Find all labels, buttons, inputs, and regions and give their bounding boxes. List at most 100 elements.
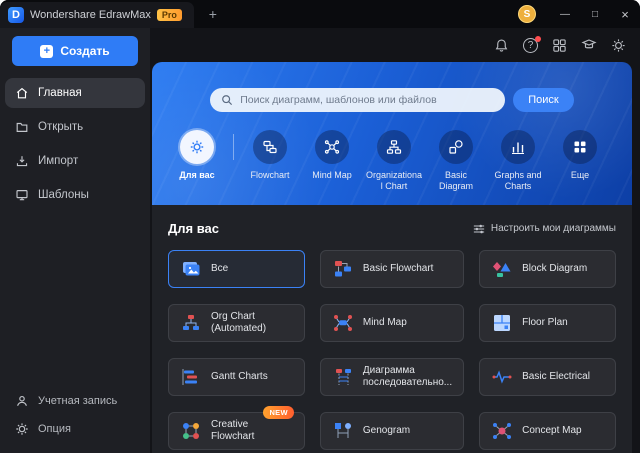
category-separator <box>233 134 234 160</box>
basic-electrical-icon <box>491 366 513 388</box>
notification-bell-icon[interactable] <box>494 38 509 53</box>
for-you-icon <box>180 130 214 164</box>
more-grid-icon <box>563 130 597 164</box>
category-label: Organizational Chart <box>365 170 423 191</box>
sidebar-item-label: Импорт <box>38 155 79 167</box>
plus-icon: + <box>40 44 54 58</box>
template-card-creative-flowchart[interactable]: NEW Creative Flowchart <box>168 406 305 450</box>
search-input[interactable] <box>240 94 495 106</box>
category-graphs-charts[interactable]: Graphs and Charts <box>487 130 549 191</box>
flowchart-icon <box>253 130 287 164</box>
template-card-basic-flowchart[interactable]: Basic Flowchart <box>319 250 465 288</box>
sidebar-item-open[interactable]: Открыть <box>5 112 145 142</box>
category-label: Для вас <box>179 170 215 180</box>
creative-flowchart-icon <box>180 420 202 442</box>
sidebar-item-label: Открыть <box>38 121 84 133</box>
help-icon[interactable]: ? <box>523 35 541 53</box>
template-card-concept-map[interactable]: Concept Map <box>479 412 616 450</box>
org-chart-auto-icon <box>180 312 202 334</box>
notification-dot <box>535 35 541 42</box>
category-for-you[interactable]: Для вас <box>166 130 228 181</box>
sidebar-item-import[interactable]: Импорт <box>5 146 145 176</box>
card-label: Genogram <box>362 425 411 436</box>
search-button[interactable]: Поиск <box>513 88 574 112</box>
template-card-gantt-charts[interactable]: Gantt Charts <box>168 358 305 396</box>
category-flowchart[interactable]: Flowchart <box>239 130 301 181</box>
card-label: Floor Plan <box>522 317 568 328</box>
promotion-icon[interactable] <box>581 37 597 53</box>
main-panel: Поиск Для вас <box>152 62 632 453</box>
card-label: Org Chart (Automated) <box>211 311 267 334</box>
sidebar-item-options[interactable]: Опция <box>5 416 145 442</box>
new-badge: NEW <box>263 406 294 419</box>
app-body: + Создать Главная Открыть Импорт Шаблоны… <box>0 28 640 453</box>
category-label: Flowchart <box>250 170 290 180</box>
template-card-block-diagram[interactable]: Block Diagram <box>479 250 616 288</box>
sidebar-item-label: Опция <box>38 423 71 435</box>
avatar-initial: S <box>523 8 531 20</box>
sidebar-item-templates[interactable]: Шаблоны <box>5 180 145 210</box>
create-button-label: Создать <box>60 44 110 58</box>
account-icon <box>15 394 29 408</box>
category-basic-diagram[interactable]: Basic Diagram <box>425 130 487 191</box>
template-grid: Все Basic Flowchart Block Diagram Org Ch… <box>168 250 616 450</box>
avatar[interactable]: S <box>518 5 536 23</box>
card-label: Basic Electrical <box>522 371 590 382</box>
maximize-button[interactable]: □ <box>580 0 610 28</box>
top-toolbar: ? <box>150 28 640 62</box>
sidebar-item-home[interactable]: Главная <box>5 78 145 108</box>
mind-map-card-icon <box>332 312 354 334</box>
concept-map-icon <box>491 420 513 442</box>
category-label: Mind Map <box>312 170 352 180</box>
category-label: Graphs and Charts <box>494 170 542 191</box>
floor-plan-icon <box>491 312 513 334</box>
template-card-all[interactable]: Все <box>168 250 305 288</box>
category-org-chart[interactable]: Organizational Chart <box>363 130 425 191</box>
category-mind-map[interactable]: Mind Map <box>301 130 363 181</box>
customize-label: Настроить мои диаграммы <box>490 223 616 234</box>
search-banner: Поиск Для вас <box>152 62 632 205</box>
create-button[interactable]: + Создать <box>12 36 138 66</box>
folder-open-icon <box>15 120 29 134</box>
all-templates-icon <box>180 258 202 280</box>
card-label: Все <box>211 263 229 274</box>
titlebar-right: S — □ × <box>518 0 640 28</box>
category-label: Basic Diagram <box>438 170 473 191</box>
app-title: Wondershare EdrawMax <box>30 9 151 21</box>
app-tab[interactable]: D Wondershare EdrawMax Pro <box>0 2 194 28</box>
new-tab-button[interactable]: + <box>202 6 224 22</box>
category-more[interactable]: Еще <box>549 130 611 181</box>
card-label: Gantt Charts <box>211 371 268 382</box>
basic-diagram-icon <box>439 130 473 164</box>
pro-badge: Pro <box>156 9 182 21</box>
category-label: Еще <box>570 170 590 180</box>
sequence-diagram-icon <box>332 366 354 388</box>
close-button[interactable]: × <box>610 0 640 28</box>
home-icon <box>15 86 29 100</box>
sidebar-item-account[interactable]: Учетная запись <box>5 388 145 414</box>
template-card-floor-plan[interactable]: Floor Plan <box>479 304 616 342</box>
mind-map-icon <box>315 130 349 164</box>
app-logo-icon: D <box>8 7 24 23</box>
section-title: Для вас <box>168 221 219 236</box>
section-header: Для вас Настроить мои диаграммы <box>168 205 616 236</box>
minimize-button[interactable]: — <box>550 0 580 28</box>
card-label: Диаграмма последовательно... <box>362 365 453 388</box>
card-label: Basic Flowchart <box>362 263 434 274</box>
sidebar-item-label: Шаблоны <box>38 189 89 201</box>
template-card-basic-electrical[interactable]: Basic Electrical <box>479 358 616 396</box>
template-card-genogram[interactable]: Genogram <box>319 412 465 450</box>
settings-gear-icon[interactable] <box>611 38 626 53</box>
search-bar[interactable] <box>210 88 506 112</box>
card-label: Block Diagram <box>522 263 588 274</box>
template-card-sequence-diagram[interactable]: Диаграмма последовательно... <box>319 358 465 396</box>
customize-templates-button[interactable]: Настроить мои диаграммы <box>473 223 616 235</box>
templates-section: Для вас Настроить мои диаграммы Все Basi… <box>152 205 632 453</box>
category-row: Для вас Flowchart Mind Map Organizationa… <box>152 130 632 191</box>
template-card-mind-map[interactable]: Mind Map <box>319 304 465 342</box>
apps-grid-icon[interactable] <box>552 38 567 53</box>
template-card-org-chart[interactable]: Org Chart (Automated) <box>168 304 305 342</box>
app-window: D Wondershare EdrawMax Pro + S — □ × + С… <box>0 0 640 453</box>
card-label: Mind Map <box>362 317 407 328</box>
